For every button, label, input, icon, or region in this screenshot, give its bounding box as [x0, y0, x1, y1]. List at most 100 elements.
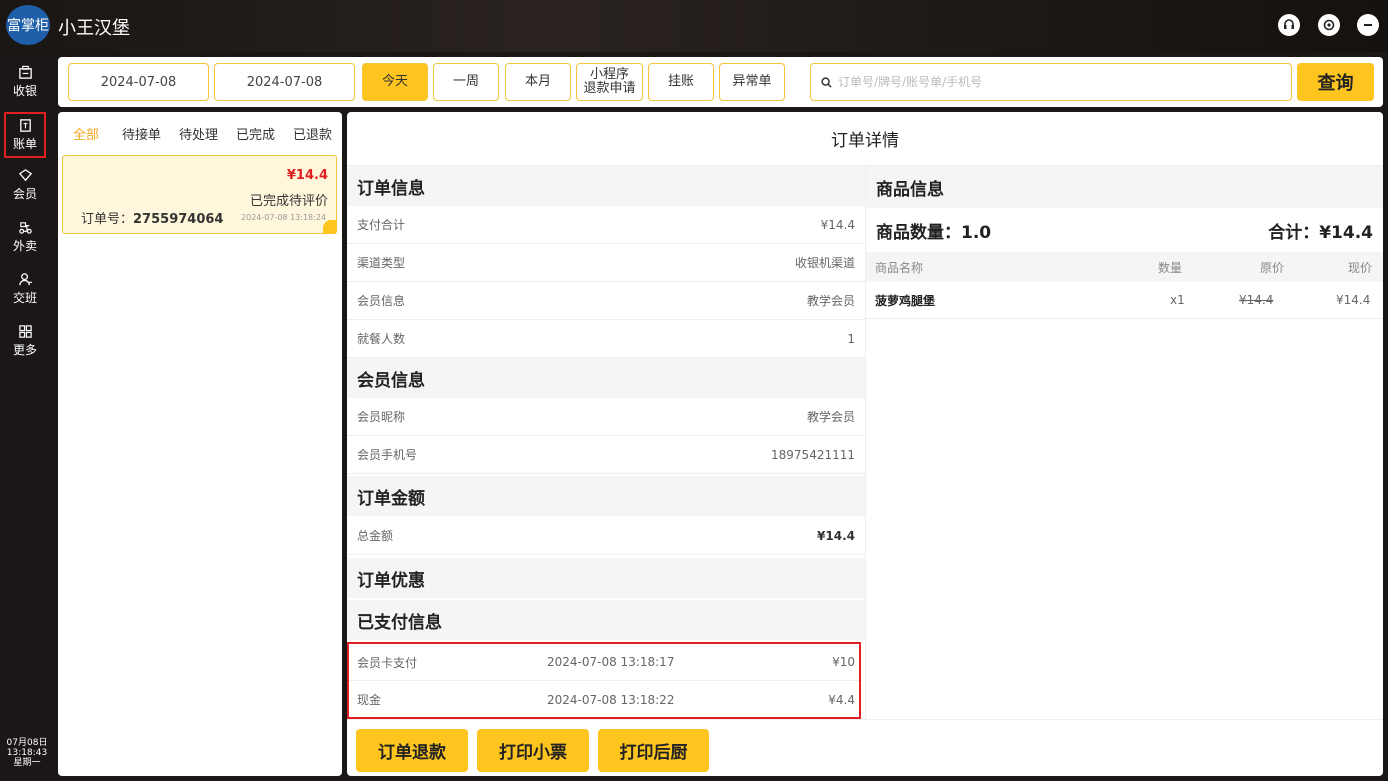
print-receipt-button[interactable]: 打印小票: [477, 729, 589, 772]
order-price: ¥14.4: [286, 168, 328, 183]
end-date-picker[interactable]: 2024-07-08: [214, 63, 355, 101]
detail-title: 订单详情: [347, 112, 1383, 166]
filter-week-button[interactable]: 一周: [433, 63, 499, 101]
register-icon: [18, 65, 32, 79]
row-value: 1: [847, 331, 855, 346]
order-number: 订单号：2755974064: [81, 208, 223, 227]
tab-refunded[interactable]: 已退款: [293, 124, 332, 143]
order-list-panel: 全部 待接单 待处理 已完成 已退款 ¥14.4 已完成待评价 订单号：2755…: [58, 112, 342, 776]
paid-amount: ¥4.4: [828, 692, 855, 707]
goods-info-head: 商品信息: [866, 166, 1383, 208]
row-value: 收银机渠道: [794, 256, 855, 270]
row-diners: 就餐人数 1: [347, 320, 865, 358]
grid-icon: [18, 325, 32, 338]
sidebar-item-label: 更多: [12, 343, 37, 357]
row-value: 教学会员: [806, 410, 855, 424]
member-info-head: 会员信息: [347, 358, 865, 398]
minimize-icon[interactable]: [1357, 14, 1379, 36]
filter-bar: 2024-07-08 2024-07-08 今天 一周 本月 小程序 退款申请 …: [58, 57, 1383, 107]
refund-order-button[interactable]: 订单退款: [356, 729, 468, 772]
order-status: 已完成待评价: [249, 194, 328, 209]
goods-count: 商品数量：1.0: [876, 222, 992, 243]
order-card[interactable]: ¥14.4 已完成待评价 订单号：2755974064 2024-07-08 1…: [62, 155, 337, 234]
row-total-amount: 总金额 ¥14.4: [347, 517, 865, 555]
filter-today-button[interactable]: 今天: [362, 63, 428, 101]
query-button[interactable]: 查询: [1297, 63, 1374, 101]
row-label: 就餐人数: [357, 332, 406, 346]
row-label: 会员昵称: [357, 410, 406, 424]
mini-refund-line1: 小程序: [589, 67, 629, 82]
clock-date: 07月08日: [6, 738, 48, 748]
row-member-info: 会员信息 教学会员: [347, 282, 865, 320]
member-icon: [18, 169, 32, 182]
headset-icon[interactable]: [1278, 14, 1300, 36]
order-info-head: 订单信息: [347, 166, 865, 206]
discount-head: 订单优惠: [347, 558, 865, 598]
sidebar-item-label: 交班: [12, 291, 37, 305]
app-title: 小王汉堡: [58, 18, 130, 39]
shift-icon: [18, 273, 32, 286]
row-label: 会员信息: [357, 294, 406, 308]
row-label: 支付合计: [357, 218, 406, 232]
sidebar-item-label: 账单: [12, 137, 37, 151]
paid-time: 2024-07-08 13:18:22: [547, 692, 675, 707]
sidebar-item-label: 会员: [12, 187, 37, 201]
search-input[interactable]: [838, 75, 1258, 89]
tab-all[interactable]: 全部: [73, 124, 99, 143]
bill-icon: [19, 119, 31, 132]
goods-table-header: 商品名称 数量 原价 现价: [866, 252, 1383, 282]
row-value: 18975421111: [771, 447, 855, 462]
goods-total: 合计：¥14.4: [1268, 222, 1373, 243]
goods-orig-price: ¥14.4: [1239, 293, 1274, 307]
amount-head: 订单金额: [347, 476, 865, 516]
sidebar-item-label: 外卖: [12, 239, 37, 253]
sidebar-item-member[interactable]: 会员: [4, 162, 46, 208]
filter-month-button[interactable]: 本月: [505, 63, 571, 101]
paid-method: 会员卡支付: [357, 655, 418, 670]
settings-icon[interactable]: [1318, 14, 1340, 36]
table-row[interactable]: 菠萝鸡腿堡 x1 ¥14.4 ¥14.4: [866, 282, 1383, 319]
clock: 07月08日 13:18:43 星期一: [0, 738, 54, 768]
clock-time: 13:18:43: [6, 748, 48, 758]
goods-summary: 商品数量：1.0 合计：¥14.4: [866, 208, 1383, 252]
sidebar-item-register[interactable]: 收银: [4, 59, 46, 105]
paid-method: 现金: [357, 693, 382, 707]
row-member-nickname: 会员昵称 教学会员: [347, 398, 865, 436]
search-box: [810, 63, 1292, 101]
tab-completed[interactable]: 已完成: [236, 124, 275, 143]
row-value: 教学会员: [806, 294, 855, 308]
order-number-label: 订单号：: [81, 212, 134, 227]
action-bar: 订单退款 打印小票 打印后厨: [347, 719, 1383, 776]
sidebar-item-delivery[interactable]: 外卖: [4, 214, 46, 260]
logo: 富掌柜: [6, 5, 50, 45]
paid-head: 已支付信息: [347, 600, 865, 640]
tab-pending-process[interactable]: 待处理: [179, 124, 218, 143]
filter-mini-refund-button[interactable]: 小程序 退款申请: [576, 63, 643, 101]
mini-refund-line2: 退款申请: [583, 81, 636, 96]
start-date-picker[interactable]: 2024-07-08: [68, 63, 209, 101]
row-label: 会员手机号: [357, 448, 418, 462]
sidebar-item-bill[interactable]: 账单: [4, 112, 46, 158]
row-value: ¥14.4: [820, 217, 855, 232]
row-member-phone: 会员手机号 18975421111: [347, 436, 865, 474]
col-now-price: 现价: [1348, 260, 1373, 275]
col-name: 商品名称: [875, 260, 924, 275]
filter-abnormal-button[interactable]: 异常单: [719, 63, 785, 101]
order-detail-panel: 订单详情 订单信息 支付合计 ¥14.4 渠道类型 收银机渠道 会员信息 教学会员 就…: [347, 112, 1383, 776]
sidebar-item-shift[interactable]: 交班: [4, 266, 46, 312]
paid-row: 现金 2024-07-08 13:18:22 ¥4.4: [349, 681, 859, 718]
tab-pending-accept[interactable]: 待接单: [122, 124, 161, 143]
goods-qty: x1: [1170, 293, 1185, 307]
sidebar-item-label: 收银: [12, 84, 37, 98]
paid-time: 2024-07-08 13:18:17: [547, 655, 675, 669]
row-pay-total: 支付合计 ¥14.4: [347, 206, 865, 244]
order-number-value: 2755974064: [133, 212, 224, 227]
top-bar: 富掌柜 小王汉堡: [0, 0, 1388, 52]
paid-amount: ¥10: [832, 655, 855, 669]
print-kitchen-button[interactable]: 打印后厨: [598, 729, 709, 772]
sidebar-item-more[interactable]: 更多: [4, 318, 46, 364]
row-value: ¥14.4: [817, 528, 855, 543]
filter-credit-button[interactable]: 挂账: [648, 63, 714, 101]
logo-text: 富掌柜: [7, 18, 49, 34]
delivery-icon: [18, 222, 32, 234]
